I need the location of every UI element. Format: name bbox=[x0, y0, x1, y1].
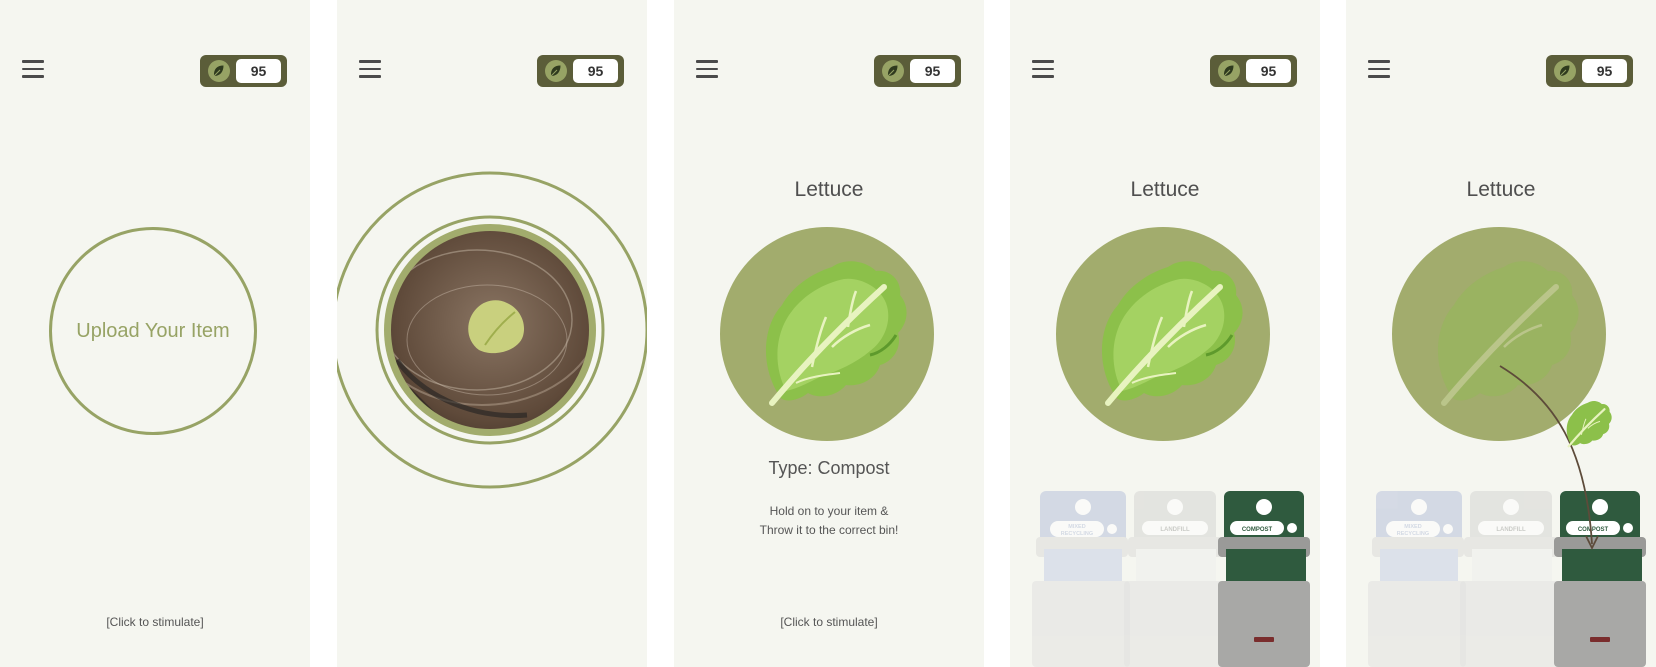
item-image-circle bbox=[1056, 227, 1270, 441]
upload-label: Upload Your Item bbox=[76, 319, 230, 342]
bin-label-line1: COMPOST bbox=[1242, 527, 1273, 533]
leaf-icon bbox=[882, 60, 904, 82]
score-badge[interactable]: 95 bbox=[537, 55, 624, 87]
click-to-stimulate-link[interactable]: [Click to stimulate] bbox=[674, 615, 984, 629]
lettuce-icon bbox=[765, 261, 907, 406]
score-badge[interactable]: 95 bbox=[1210, 55, 1297, 87]
lettuce-icon bbox=[1101, 261, 1243, 406]
bin-mixed-recycling[interactable]: MIXED RECYCLING bbox=[1368, 491, 1466, 667]
bin-landfill[interactable]: LANDFILL bbox=[1124, 491, 1226, 667]
hamburger-menu-icon[interactable] bbox=[22, 60, 44, 78]
scanning-photo bbox=[337, 171, 647, 489]
bin-compost[interactable]: COMPOST bbox=[1218, 491, 1310, 667]
item-image-circle bbox=[720, 227, 934, 441]
compost-icon bbox=[1256, 499, 1272, 515]
hamburger-menu-icon[interactable] bbox=[1032, 60, 1054, 78]
bin-label-line1: MIXED bbox=[1404, 524, 1421, 530]
bottle-icon bbox=[1411, 499, 1427, 515]
hamburger-menu-icon[interactable] bbox=[696, 60, 718, 78]
instruction-line-2: Throw it to the correct bin! bbox=[759, 523, 899, 537]
trash-can-icon bbox=[1167, 499, 1183, 515]
instruction-line-1: Hold on to your item & bbox=[769, 504, 889, 518]
bin-label-line2: RECYCLING bbox=[1061, 531, 1093, 537]
score-badge[interactable]: 95 bbox=[1546, 55, 1633, 87]
score-badge[interactable]: 95 bbox=[200, 55, 287, 87]
leaf-icon bbox=[1218, 60, 1240, 82]
score-value: 95 bbox=[910, 59, 955, 83]
item-name: Lettuce bbox=[794, 178, 864, 201]
screen-result: 95 Lettuce Type: Compost Hold on to your… bbox=[674, 0, 984, 667]
screen-upload: 95 Upload Your Item [Click to stimulate] bbox=[0, 0, 310, 667]
bin-label-line2: RECYCLING bbox=[1397, 531, 1429, 537]
score-value: 95 bbox=[1582, 59, 1627, 83]
throw-arrow bbox=[1499, 365, 1612, 551]
throw-instructions: Hold on to your item & Throw it to the c… bbox=[674, 502, 984, 540]
leaf-icon bbox=[545, 60, 567, 82]
leaf-icon bbox=[208, 60, 230, 82]
flying-lettuce-icon bbox=[1566, 400, 1612, 448]
score-value: 95 bbox=[573, 59, 618, 83]
screen-bins: 95 Lettuce MIXED RECYCLING LANDFILL COMP… bbox=[1010, 0, 1320, 667]
score-value: 95 bbox=[236, 59, 281, 83]
score-badge[interactable]: 95 bbox=[874, 55, 961, 87]
bin-label-line1: LANDFILL bbox=[1160, 527, 1190, 533]
screen-scanning: 95 bbox=[337, 0, 647, 667]
waste-bins: MIXED RECYCLING LANDFILL COMPOST bbox=[1032, 491, 1310, 667]
hamburger-menu-icon[interactable] bbox=[359, 60, 381, 78]
score-value: 95 bbox=[1246, 59, 1291, 83]
screen-drop: 95 Lettuce MIXED RECYCLING LANDFILL COMP… bbox=[1346, 0, 1656, 667]
bin-mixed-recycling[interactable]: MIXED RECYCLING bbox=[1032, 491, 1130, 667]
item-name: Lettuce bbox=[1466, 178, 1536, 201]
bottle-icon bbox=[1075, 499, 1091, 515]
leaf-icon bbox=[1554, 60, 1576, 82]
click-to-stimulate-link[interactable]: [Click to stimulate] bbox=[0, 615, 310, 629]
item-type-label: Type: Compost bbox=[768, 458, 890, 478]
item-name: Lettuce bbox=[1130, 178, 1200, 201]
upload-item-button[interactable]: Upload Your Item bbox=[49, 227, 257, 435]
bin-label-line1: MIXED bbox=[1068, 524, 1085, 530]
hamburger-menu-icon[interactable] bbox=[1368, 60, 1390, 78]
